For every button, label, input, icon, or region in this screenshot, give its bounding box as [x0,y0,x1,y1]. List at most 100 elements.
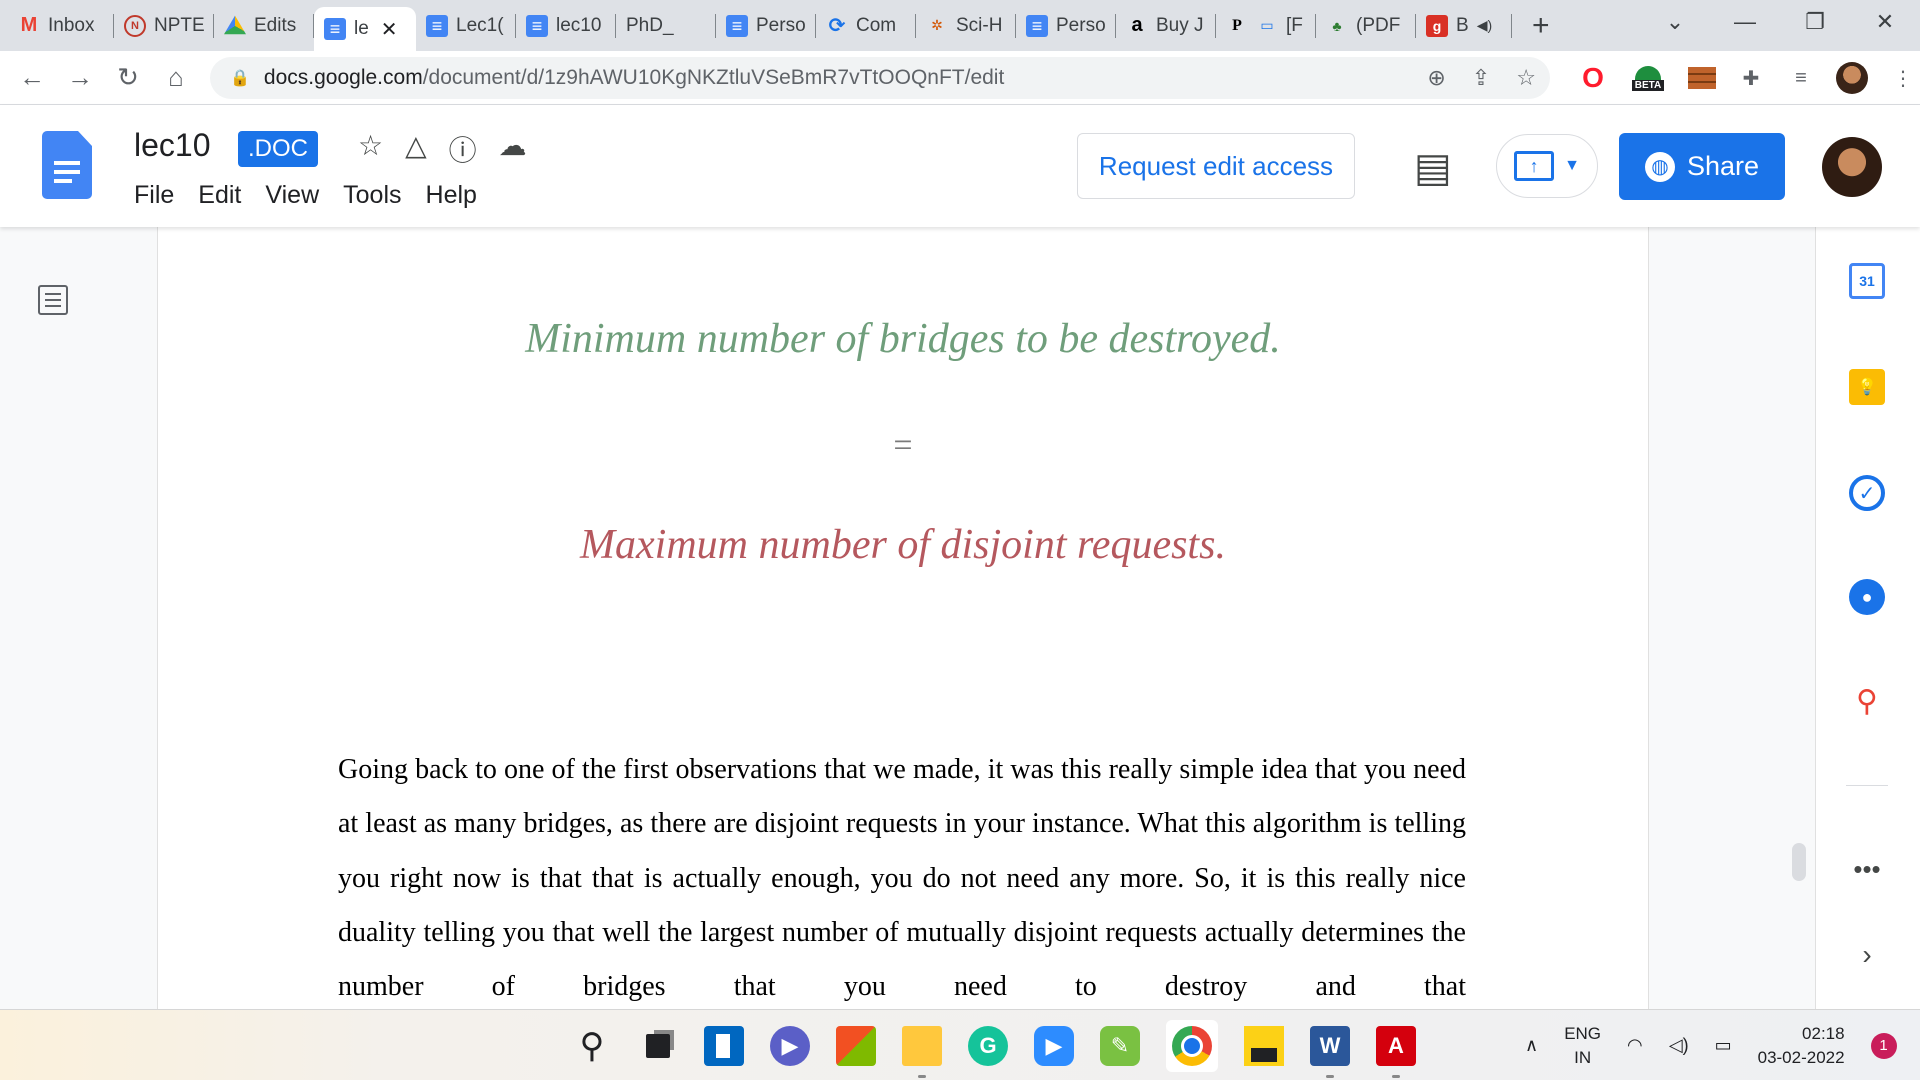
info-icon[interactable]: ⓘ [449,129,477,169]
menu-file[interactable]: File [134,181,174,210]
search-icon[interactable]: ⚲ [572,1026,612,1066]
back-icon[interactable]: ← [8,62,56,93]
bookmark-star-icon[interactable]: ☆ [1516,65,1536,91]
contacts-icon[interactable]: ● [1849,579,1885,615]
tab-nptel[interactable]: N NPTE [114,0,214,51]
acrobat-icon[interactable]: A [1376,1025,1416,1078]
language-indicator[interactable]: ENG IN [1564,1022,1601,1070]
tab-phd[interactable]: PhD_ [616,0,716,51]
tab-pdf[interactable]: ♣ (PDF [1316,0,1416,51]
calendar-icon[interactable]: 31 [1849,263,1885,299]
gmail-icon: M [20,14,38,36]
tab-book[interactable]: P ▭ [F [1216,0,1316,51]
scrollbar-thumb[interactable] [1792,843,1806,881]
media-queue-icon[interactable]: ≡ [1786,63,1816,93]
maps-icon[interactable]: ⚲ [1849,683,1885,719]
extensions-bar: O BETA ✚ ≡ ⋮ [1578,51,1918,105]
browser-menu-icon[interactable]: ⋮ [1888,63,1918,93]
tasks-icon[interactable]: ✓ [1849,475,1885,511]
tab-perso-1[interactable]: Perso [716,0,816,51]
grammar-icon: g [1426,14,1448,37]
keep-icon[interactable]: 💡 [1849,369,1885,405]
notification-badge[interactable]: 1 [1870,1032,1897,1059]
clock[interactable]: 02:18 03-02-2022 [1758,1022,1845,1070]
menu-tools[interactable]: Tools [343,181,401,210]
region-code: IN [1574,1047,1592,1067]
chat-icon[interactable]: ▶ [770,1025,810,1066]
grammarly-icon[interactable]: G [968,1025,1008,1066]
start-icon[interactable] [512,1029,546,1063]
chrome-taskbar-button[interactable] [1166,1019,1218,1072]
chrome-icon [1172,1025,1212,1066]
wifi-icon[interactable]: ◠ [1627,1035,1643,1056]
minimize-icon[interactable]: — [1710,9,1780,35]
share-label: Share [1686,151,1760,181]
tab-gmail-inbox[interactable]: M Inbox [8,0,114,51]
comment-history-icon[interactable]: ▤ [1414,145,1452,191]
menu-edit[interactable]: Edit [198,181,241,210]
tab-active-doc[interactable]: le ✕ [314,7,416,51]
account-avatar[interactable] [1822,137,1882,197]
evernote-icon[interactable]: ✎ [1100,1025,1140,1066]
equals-sign: = [893,427,913,464]
browser-tab-strip: M Inbox N NPTE Edits le ✕ Lec1( lec10 Ph… [0,0,1920,51]
document-title[interactable]: lec10 [134,127,211,164]
document-outline-icon[interactable] [38,285,68,315]
tab-perso-2[interactable]: Perso [1016,0,1116,51]
new-tab-button[interactable]: + [1532,9,1550,43]
request-edit-access-button[interactable]: Request edit access [1077,133,1355,199]
omnibox-actions: ⊕ ⇪ ☆ [1427,57,1536,99]
task-view-icon[interactable] [638,1026,678,1066]
tab-audio[interactable]: g B ◀) [1416,0,1512,51]
share-button[interactable]: ◍ Share [1619,133,1785,200]
widgets-icon[interactable] [704,1025,744,1066]
zoom-icon[interactable]: ⊕ [1427,65,1445,91]
share-page-icon[interactable]: ⇪ [1472,65,1490,91]
beta-extension-icon[interactable]: BETA [1628,63,1668,93]
lock-icon[interactable]: 🔒 [230,68,250,88]
chevron-up-icon[interactable]: ∧ [1525,1035,1538,1056]
restore-icon[interactable]: ❐ [1780,9,1850,35]
title-actions: ☆ △ ⓘ ☁ [358,129,527,169]
tab-label: Buy J [1156,14,1204,36]
star-icon[interactable]: ☆ [358,129,383,169]
tab-drive-edits[interactable]: Edits [214,0,314,51]
menu-help[interactable]: Help [426,181,477,210]
pdf-icon: ♣ [1332,17,1342,34]
profile-avatar[interactable] [1836,62,1868,94]
battery-icon[interactable]: ▭ [1715,1035,1732,1056]
beta-label: BETA [1631,79,1665,91]
close-tab-icon[interactable]: ✕ [381,17,398,42]
volume-icon[interactable]: ◁) [1669,1035,1689,1056]
opera-extension-icon[interactable]: O [1578,62,1608,93]
tab-com[interactable]: ⟳ Com [816,0,916,51]
tab-amazon[interactable]: a Buy J [1116,0,1216,51]
forward-icon[interactable]: → [56,62,104,93]
docs-header: lec10 .DOC ☆ △ ⓘ ☁ File Edit View Tools … [0,105,1920,227]
sticky-notes-icon[interactable] [1244,1025,1284,1066]
home-icon[interactable]: ⌂ [152,62,200,93]
close-window-icon[interactable]: ✕ [1850,9,1920,35]
reload-icon[interactable]: ↻ [104,62,152,93]
present-button[interactable]: ↑ ▼ [1496,134,1598,198]
file-explorer-icon[interactable] [902,1025,942,1078]
tab-label: PhD_ [626,14,674,36]
chevron-right-icon[interactable]: › [1849,937,1885,973]
more-icon[interactable]: ••• [1849,851,1885,887]
tab-scihub[interactable]: ✲ Sci-H [916,0,1016,51]
document-page[interactable]: Minimum number of bridges to be destroye… [158,227,1648,1009]
word-icon[interactable]: W [1310,1025,1350,1078]
tab-search-icon[interactable]: ⌄ [1640,9,1710,35]
menu-view[interactable]: View [265,181,319,210]
tab-lec10[interactable]: lec10 [516,0,616,51]
address-bar[interactable]: 🔒 docs.google.com/document/d/1z9hAWU10Kg… [210,57,1550,99]
cloud-status-icon[interactable]: ☁ [499,129,527,169]
brick-extension-icon[interactable] [1688,67,1716,89]
docs-home-icon[interactable] [42,131,92,199]
add-to-drive-icon[interactable]: △ [405,129,427,169]
zoom-icon[interactable]: ▶ [1034,1025,1074,1066]
clock-date: 03-02-2022 [1757,1047,1845,1067]
puzzle-extensions-icon[interactable]: ✚ [1736,63,1766,93]
store-icon[interactable] [836,1025,876,1066]
tab-lec1[interactable]: Lec1( [416,0,516,51]
